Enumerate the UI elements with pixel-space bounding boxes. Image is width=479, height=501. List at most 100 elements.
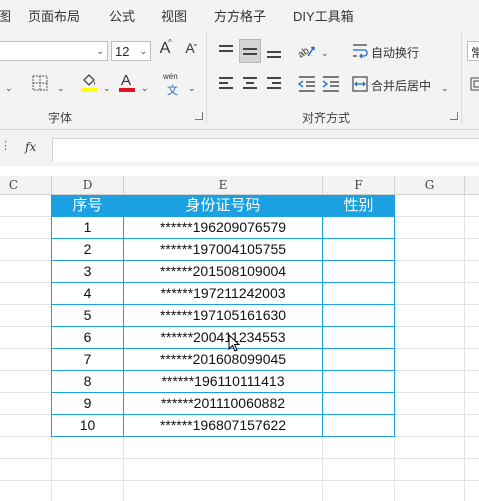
font-color-button[interactable]: A: [117, 72, 137, 94]
align-middle-button[interactable]: [239, 39, 261, 63]
cell-no[interactable]: 9: [52, 393, 123, 414]
align-bottom-button[interactable]: [263, 39, 285, 61]
header-cell-id[interactable]: 身份证号码: [124, 195, 322, 216]
chevron-down-icon[interactable]: ⌄: [103, 83, 111, 94]
cell-no[interactable]: 5: [52, 305, 123, 326]
menu-diy-toolbox[interactable]: DIY工具箱: [293, 6, 354, 25]
column-header-d[interactable]: D: [52, 176, 124, 195]
cell-gender[interactable]: [323, 349, 394, 370]
formula-input[interactable]: [52, 138, 479, 162]
shrink-font-button[interactable]: A ⌄: [180, 39, 200, 62]
borders-icon: [32, 75, 48, 91]
menu-page-layout[interactable]: 页面布局: [28, 6, 80, 25]
chevron-down-icon: ⌄: [96, 46, 104, 56]
cell-gender[interactable]: [323, 217, 394, 238]
grow-font-button[interactable]: A ^: [155, 38, 175, 62]
chevron-down-icon[interactable]: ⌄: [141, 83, 149, 94]
chevron-down-icon[interactable]: ⌄: [321, 48, 329, 59]
cell-no[interactable]: 3: [52, 261, 123, 282]
decrease-indent-button[interactable]: [296, 73, 318, 95]
cell-id[interactable]: ******196807157622: [124, 415, 322, 436]
column-header-row: C D E F G: [0, 176, 479, 195]
ribbon: ⌄ 12 ⌄ A ^ A ⌄ ⌄ ⌄ ⌄ A ⌄ wén 文 ⌄ 字体 ab ⌄…: [0, 28, 479, 130]
highlight-color-swatch: [81, 88, 97, 92]
text-orientation-icon: ab: [296, 45, 315, 59]
fill-color-button[interactable]: [79, 72, 99, 94]
merge-center-button[interactable]: 合并后居中: [352, 73, 452, 95]
cell-no[interactable]: 2: [52, 239, 123, 260]
paint-bucket-icon: [83, 74, 95, 86]
font-name-combo[interactable]: ⌄: [0, 41, 108, 61]
cell-no[interactable]: 8: [52, 371, 123, 392]
cell-gender[interactable]: [323, 283, 394, 304]
font-group-label: 字体: [48, 111, 73, 125]
merge-center-icon: [352, 76, 368, 92]
wrap-text-button[interactable]: 自动换行: [352, 40, 432, 62]
menu-bar: 图 页面布局 公式 视图 方方格子 DIY工具箱: [0, 0, 479, 28]
alignment-dialog-launcher-icon[interactable]: [450, 112, 458, 120]
cell-id[interactable]: ******197211242003: [124, 283, 322, 304]
wrap-text-label: 自动换行: [371, 46, 420, 60]
align-left-button[interactable]: [215, 73, 237, 95]
cell-no[interactable]: 6: [52, 327, 123, 348]
increase-indent-button[interactable]: [320, 73, 342, 95]
cell-no[interactable]: 7: [52, 349, 123, 370]
font-dialog-launcher-icon[interactable]: [195, 112, 203, 120]
cell-gender[interactable]: [323, 261, 394, 282]
menu-insert-partial[interactable]: 图: [0, 6, 11, 25]
cell-no[interactable]: 1: [52, 217, 123, 238]
cell-id[interactable]: ******196110111413: [124, 371, 322, 392]
cell-id[interactable]: ******201508109004: [124, 261, 322, 282]
orientation-button[interactable]: ab: [296, 39, 320, 61]
alignment-group-label: 对齐方式: [302, 111, 351, 125]
column-header-e[interactable]: E: [124, 176, 323, 195]
merge-center-label: 合并后居中: [371, 79, 432, 93]
phonetic-guide-button[interactable]: wén 文: [162, 72, 184, 97]
column-header-f[interactable]: F: [323, 176, 395, 195]
menu-fangfang-grid[interactable]: 方方格子: [214, 6, 266, 25]
column-header-g[interactable]: G: [395, 176, 465, 195]
chevron-down-icon: ⌄: [139, 46, 147, 56]
cell-id[interactable]: ******200411234553: [124, 327, 322, 348]
header-cell-no[interactable]: 序号: [52, 195, 123, 216]
align-center-button[interactable]: [239, 73, 261, 95]
cell-no[interactable]: 10: [52, 415, 123, 436]
borders-button[interactable]: [30, 73, 50, 93]
menu-formulas[interactable]: 公式: [109, 6, 135, 25]
number-format-value: 常: [471, 46, 479, 60]
cell-gender[interactable]: [323, 415, 394, 436]
phonetic-bottom-text: 文: [167, 85, 178, 97]
header-cell-gender[interactable]: 性别: [323, 195, 394, 216]
wrap-text-icon: [353, 44, 368, 59]
cell-id[interactable]: ******196209076579: [124, 217, 322, 238]
increase-indent-icon: [322, 76, 339, 92]
font-size-value: 12: [115, 44, 130, 59]
cell-gender[interactable]: [323, 327, 394, 348]
font-color-swatch: [119, 88, 135, 92]
cell-no[interactable]: 4: [52, 283, 123, 304]
conditional-format-icon[interactable]: [470, 77, 479, 91]
font-size-combo[interactable]: 12 ⌄: [111, 41, 151, 61]
align-top-button[interactable]: [215, 39, 237, 61]
cell-id[interactable]: ******197004105755: [124, 239, 322, 260]
number-format-combo[interactable]: 常: [467, 41, 479, 61]
cell-id[interactable]: ******201608099045: [124, 349, 322, 370]
chevron-down-icon[interactable]: ⌄: [57, 83, 65, 94]
chevron-down-icon[interactable]: ⌄: [441, 83, 449, 94]
chevron-down-icon[interactable]: ⌄: [188, 83, 196, 94]
cell-gender[interactable]: [323, 393, 394, 414]
align-right-button[interactable]: [263, 73, 285, 95]
cell-gender[interactable]: [323, 239, 394, 260]
decrease-indent-icon: [297, 76, 315, 92]
cell-gender[interactable]: [323, 305, 394, 326]
cell-id[interactable]: ******201110060882: [124, 393, 322, 414]
column-header-c[interactable]: C: [0, 176, 52, 195]
cell-gender[interactable]: [323, 371, 394, 392]
chevron-down-icon[interactable]: ⌄: [5, 83, 13, 94]
svg-text:ab: ab: [296, 45, 312, 59]
menu-view[interactable]: 视图: [161, 6, 187, 25]
insert-function-button[interactable]: fx: [25, 140, 36, 154]
cell-id[interactable]: ******197105161630: [124, 305, 322, 326]
font-color-icon: A: [121, 72, 132, 89]
phonetic-top-text: wén: [163, 72, 178, 81]
